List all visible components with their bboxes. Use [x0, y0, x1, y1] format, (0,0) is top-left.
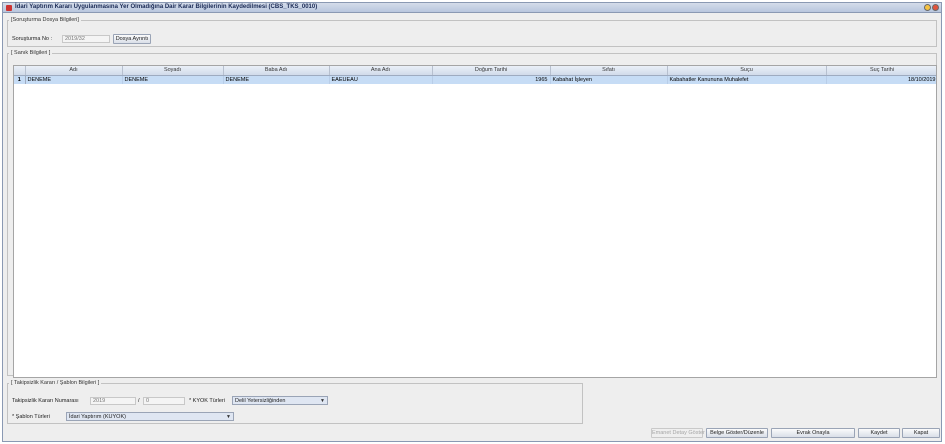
sorusturma-no-label: Soruşturma No :: [12, 36, 53, 42]
dosya-bilgileri-panel: [Soruşturma Dosya Bilgileri] Soruşturma …: [7, 17, 937, 47]
sanik-bilgileri-legend: [ Sanık Bilgileri ]: [11, 50, 51, 56]
kaydet-button[interactable]: Kaydet: [858, 428, 900, 438]
row-number: 1: [14, 75, 26, 84]
karar-slash: /: [138, 398, 140, 404]
karar-sablon-legend: [ Takipsizlik Kararı / Şablon Bilgileri …: [11, 380, 100, 386]
sorusturma-no-field[interactable]: 2019/32: [62, 35, 110, 43]
evrak-onayla-button[interactable]: Evrak Onayla: [771, 428, 855, 438]
karar-sablon-panel: [ Takipsizlik Kararı / Şablon Bilgileri …: [7, 380, 583, 424]
cell-soyadi[interactable]: DENEME: [122, 75, 224, 84]
belge-goster-button[interactable]: Belge Göster/Düzenle: [706, 428, 768, 438]
sablon-turleri-select[interactable]: İdari Yaptırım (KUYOK) ▼: [66, 412, 234, 421]
column-header-sucu[interactable]: Suçu: [667, 66, 827, 76]
kapat-button[interactable]: Kapat: [902, 428, 940, 438]
chevron-down-icon: ▼: [226, 414, 231, 420]
title-bar: İdari Yaptırım Kararı Uygulanmasına Yer …: [3, 3, 941, 13]
sablon-turleri-label: * Şablon Türleri: [12, 414, 50, 420]
kyok-turleri-value: Delil Yetersizliğinden: [235, 398, 286, 404]
column-header-adi[interactable]: Adı: [25, 66, 123, 76]
column-header-sifati[interactable]: Sıfatı: [550, 66, 668, 76]
window-title: İdari Yaptırım Kararı Uygulanmasına Yer …: [15, 4, 318, 10]
sablon-turleri-value: İdari Yaptırım (KUYOK): [69, 414, 126, 420]
karar-yil-field[interactable]: 2019: [90, 397, 136, 405]
close-icon[interactable]: [932, 4, 939, 11]
table-header: Adı Soyadı Baba Adı Ana Adı Doğum Tarihi…: [14, 66, 936, 76]
cell-sucu[interactable]: Kabahatler Kanununa Muhalefet: [667, 75, 827, 84]
kyok-turleri-select[interactable]: Delil Yetersizliğinden ▼: [232, 396, 328, 405]
cell-dogum-tarihi[interactable]: 1965: [432, 75, 551, 84]
minimize-icon[interactable]: [924, 4, 931, 11]
sanik-bilgileri-panel: [ Sanık Bilgileri ] Adı Soyadı Baba Adı …: [7, 50, 937, 378]
dosya-bilgileri-legend: [Soruşturma Dosya Bilgileri]: [11, 17, 79, 23]
app-icon: [6, 5, 12, 11]
main-window: İdari Yaptırım Kararı Uygulanmasına Yer …: [2, 2, 942, 442]
table-row[interactable]: 1 DENEME DENEME DENEME EAEUEAU 1965 Kaba…: [14, 75, 936, 84]
column-header-rownum: [14, 66, 26, 76]
cell-sifati[interactable]: Kabahat İşleyen: [550, 75, 668, 84]
cell-suc-tarihi[interactable]: 18/10/2019: [826, 75, 936, 84]
column-header-ana-adi[interactable]: Ana Adı: [329, 66, 433, 76]
cell-ana-adi[interactable]: EAEUEAU: [329, 75, 433, 84]
column-header-soyadi[interactable]: Soyadı: [122, 66, 224, 76]
cell-adi[interactable]: DENEME: [25, 75, 123, 84]
kyok-turleri-label: * KYOK Türleri: [189, 398, 225, 404]
sanik-table[interactable]: Adı Soyadı Baba Adı Ana Adı Doğum Tarihi…: [13, 65, 937, 378]
column-header-suc-tarihi[interactable]: Suç Tarihi: [826, 66, 936, 76]
cell-baba-adi[interactable]: DENEME: [223, 75, 330, 84]
karar-sira-field[interactable]: 0: [143, 397, 185, 405]
column-header-baba-adi[interactable]: Baba Adı: [223, 66, 330, 76]
chevron-down-icon: ▼: [320, 398, 325, 404]
emanet-detay-button[interactable]: Emanet Detay Göster: [651, 428, 705, 438]
dosya-ayrinti-button[interactable]: Dosya Ayrıntı: [113, 34, 151, 44]
column-header-dogum-tarihi[interactable]: Doğum Tarihi: [432, 66, 551, 76]
karar-numarasi-label: Takipsizlik Kararı Numarası: [12, 398, 79, 404]
